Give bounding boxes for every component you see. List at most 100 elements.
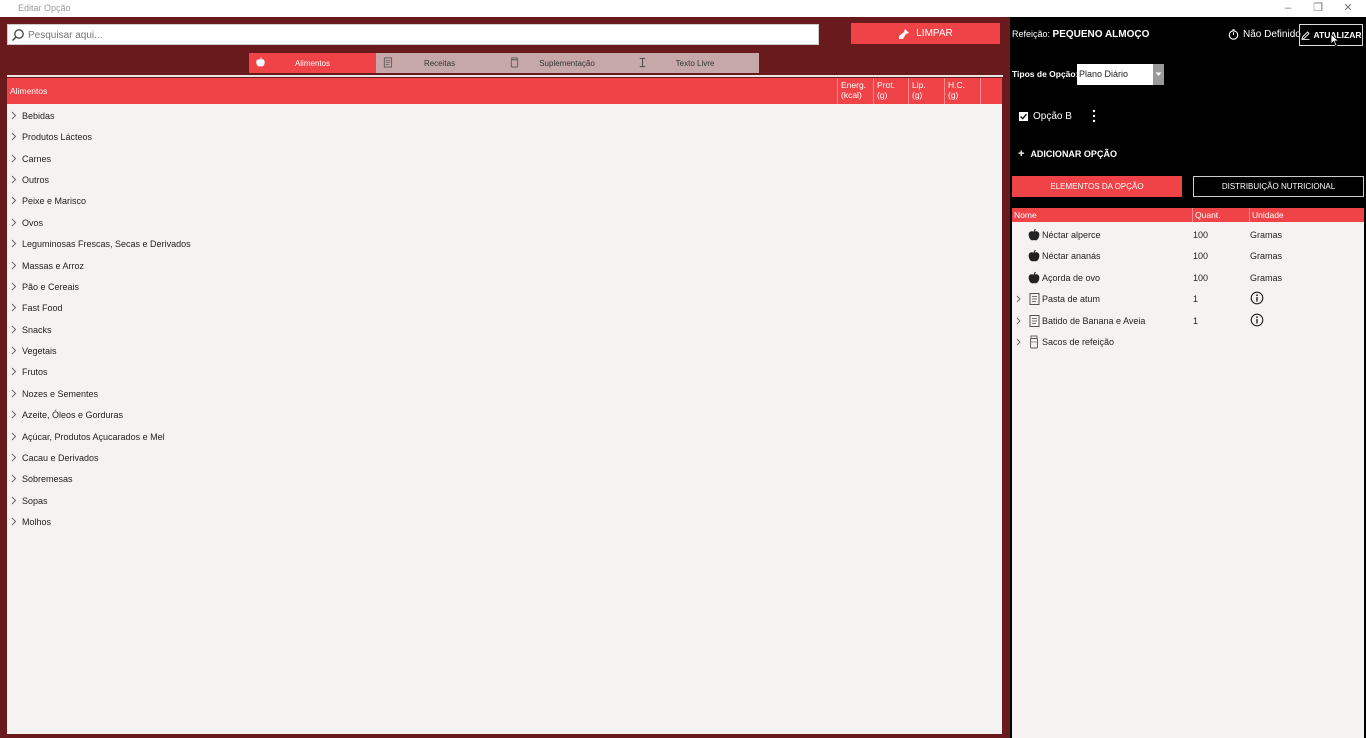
table-row[interactable]: Néctar alperce 100 Gramas [1012,224,1364,245]
category-label: Massas e Arroz [22,261,85,271]
column-header-unit[interactable]: Unidade [1249,208,1284,222]
category-row[interactable]: Peixe e Marisco [7,190,1002,211]
category-row[interactable]: Bebidas [7,105,1002,126]
element-quant: 100 [1193,230,1209,240]
chevron-right-icon [11,474,17,483]
category-row[interactable]: Snacks [7,319,1002,340]
category-label: Sopas [22,496,48,506]
dropdown-button[interactable] [1153,64,1164,85]
chevron-right-icon [11,346,17,355]
element-name: Pasta de atum [1042,294,1101,304]
category-label: Azeite, Óleos e Gorduras [22,410,124,420]
recipe-icon [1029,315,1040,327]
chevron-right-icon [11,410,17,419]
chevron-right-icon[interactable] [1016,338,1021,346]
category-label: Outros [22,175,50,185]
category-label: Fast Food [22,303,63,313]
tab-texto-livre[interactable]: Texto Livre [631,53,759,73]
category-row[interactable]: Massas e Arroz [7,255,1002,276]
element-name: Néctar alperce [1042,230,1101,240]
meal-time[interactable]: Não Definido [1228,29,1301,40]
tab-suplementacao[interactable]: Suplementação [503,53,631,73]
option-item[interactable]: Opção B [1019,111,1072,122]
chevron-right-icon [11,389,17,398]
category-label: Leguminosas Frescas, Secas e Derivados [22,239,191,249]
category-row[interactable]: Produtos Lácteos [7,126,1002,147]
category-row[interactable]: Azeite, Óleos e Gorduras [7,404,1002,425]
search-box[interactable] [7,24,819,45]
table-row[interactable]: Néctar ananás 100 Gramas [1012,245,1364,266]
category-row[interactable]: Sobremesas [7,468,1002,489]
column-header-name[interactable]: Nome [1014,210,1037,220]
category-label: Frutos [22,367,48,377]
add-option-button[interactable]: + ADICIONAR OPÇÃO [1018,147,1117,160]
chevron-right-icon [11,303,17,312]
category-label: Sobremesas [22,474,73,484]
close-button[interactable]: ✕ [1333,0,1363,17]
category-row[interactable]: Nozes e Sementes [7,383,1002,404]
plus-icon: + [1018,147,1025,160]
option-type-select[interactable]: Plano Diário [1077,64,1164,85]
option-checkbox[interactable] [1019,112,1028,121]
category-row[interactable]: Pão e Cereais [7,276,1002,297]
category-label: Ovos [22,218,44,228]
category-row[interactable]: Ovos [7,212,1002,233]
table-row[interactable]: Batido de Banana e Aveia 1 [1012,310,1364,331]
column-header-alimentos[interactable]: Alimentos [10,86,47,96]
chevron-right-icon [11,175,17,184]
category-row[interactable]: Frutos [7,361,1002,382]
category-row[interactable]: Carnes [7,148,1002,169]
tab-receitas[interactable]: Receitas [376,53,503,73]
table-row[interactable]: Pasta de atum 1 [1012,288,1364,309]
table-header: Nome Quant. Unidade [1012,208,1364,222]
column-header-energ[interactable]: Energ. (kcal) [837,78,873,104]
category-label: Molhos [22,517,52,527]
category-row[interactable]: Cacau e Derivados [7,447,1002,468]
table-header: Alimentos Energ. (kcal) Prot. (g) Lip. (… [7,78,1002,104]
restore-button[interactable]: ❐ [1303,0,1333,17]
recipe-icon [1029,293,1040,305]
category-label: Nozes e Sementes [22,389,99,399]
category-row[interactable]: Vegetais [7,340,1002,361]
search-input[interactable] [28,27,808,43]
category-row[interactable]: Outros [7,169,1002,190]
recipe-icon [383,57,393,68]
element-name: Batido de Banana e Aveia [1042,316,1146,326]
minimize-button[interactable]: – [1273,0,1303,17]
header-text: Lip. [912,80,926,90]
column-header-quant[interactable]: Quant. [1192,208,1221,222]
table-row[interactable]: Açorda de ovo 100 Gramas [1012,267,1364,288]
element-quant: 100 [1193,273,1209,283]
tab-label: DISTRIBUIÇÃO NUTRICIONAL [1221,182,1336,191]
title-bar: Editar Opção – ❐ ✕ [0,0,1366,17]
tab-label: Suplementação [539,58,595,68]
chevron-down-icon [1155,72,1162,76]
column-header-prot[interactable]: Prot. (g) [873,78,908,104]
column-header-lip[interactable]: Lip. (g) [908,78,944,104]
element-quant: 100 [1193,251,1209,261]
chevron-right-icon [11,218,17,227]
tab-option-elements[interactable]: ELEMENTOS DA OPÇÃO [1012,176,1182,197]
option-editor-panel: Refeição: PEQUENO ALMOÇO Não Definido AT… [1010,17,1366,738]
chevron-right-icon[interactable] [1016,317,1021,325]
table-row[interactable]: Sacos de refeição [1012,331,1364,352]
tab-alimentos[interactable]: Alimentos [249,53,376,73]
category-row[interactable]: Açúcar, Produtos Açucarados e Mel [7,426,1002,447]
category-row[interactable]: Sopas [7,490,1002,511]
info-icon[interactable] [1250,313,1264,327]
info-icon[interactable] [1250,291,1264,305]
category-row[interactable]: Molhos [7,511,1002,532]
chevron-right-icon [11,432,17,441]
chevron-right-icon [11,517,17,526]
more-options-icon[interactable] [1090,109,1098,123]
jar-icon [510,57,519,68]
chevron-right-icon[interactable] [1016,295,1021,303]
option-type-value: Plano Diário [1079,69,1129,79]
category-row[interactable]: Fast Food [7,297,1002,318]
tab-nutritional-distribution[interactable]: DISTRIBUIÇÃO NUTRICIONAL [1193,176,1364,197]
divider [7,75,1003,77]
tab-label: Texto Livre [675,58,715,68]
column-header-hc[interactable]: H.C. (g) [944,78,980,104]
clear-button[interactable]: LIMPAR [851,23,1000,44]
category-row[interactable]: Leguminosas Frescas, Secas e Derivados [7,233,1002,254]
